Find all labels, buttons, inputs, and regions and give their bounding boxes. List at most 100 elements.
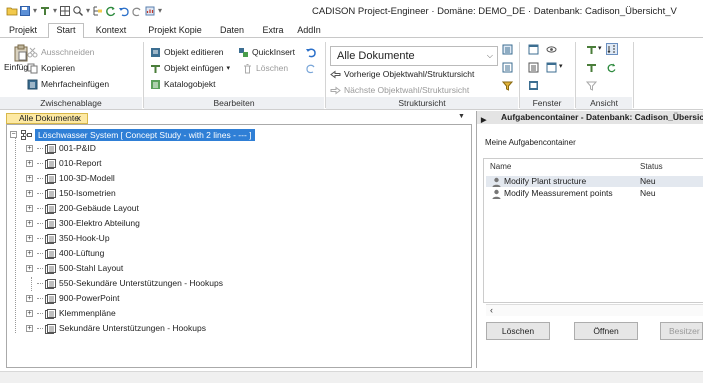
change-owner-button[interactable]: Besitzer ä [660,322,703,340]
task-row[interactable]: Modify Meassurement points Neu [486,188,703,199]
report-icon[interactable] [144,5,156,17]
tree-item[interactable]: + 150-Isometrien [26,187,116,200]
expand-icon[interactable]: + [26,310,33,317]
tree-item-label: Sekundäre Unterstützungen - Hookups [59,323,206,333]
edit-object-button[interactable]: Objekt editieren [150,46,224,59]
panel-arrow-icon[interactable]: ▶ [481,114,486,127]
collapse-icon[interactable]: − [10,131,17,138]
redo-icon[interactable] [305,62,317,74]
tree-item[interactable]: + Sekundäre Unterstützungen - Hookups [26,322,206,335]
eye-icon[interactable] [546,44,557,55]
dropdown-arrow-icon[interactable]: ▾ [32,5,38,17]
window-list-icon[interactable] [528,62,539,73]
insert-icon[interactable] [39,5,51,17]
zoom-icon[interactable] [72,5,84,17]
tree-item-label: Klemmenpläne [59,308,116,318]
save-icon[interactable] [19,5,31,17]
tab-kontext[interactable]: Kontext [90,24,132,38]
tree-item[interactable]: 550-Sekundäre Unterstützungen - Hookups [37,277,223,290]
customize-toolbar-icon[interactable]: ▾ [157,5,163,17]
task-row[interactable]: Modify Plant structure Neu [486,176,703,187]
insert-view-icon[interactable] [586,62,597,73]
tree-item[interactable]: + 500-Stahl Layout [26,262,123,275]
catalog-object-button[interactable]: Katalogobjekt [150,78,216,91]
tree-item[interactable]: + 001-P&ID [26,142,96,155]
expand-icon[interactable]: + [26,295,33,302]
tree-item[interactable]: + 200-Gebäude Layout [26,202,139,215]
scroll-left-icon[interactable]: ‹ [490,305,493,315]
insert-view-icon[interactable] [586,44,597,55]
grid-icon[interactable] [59,5,71,17]
delete-icon [244,64,251,74]
previous-selection-button[interactable]: Vorherige Objektwahl/Struktursicht [330,68,474,81]
refresh-icon[interactable] [606,62,617,73]
refresh-icon[interactable] [105,5,117,17]
dropdown-arrow-icon[interactable]: ▾ [559,62,563,70]
group-label-zwischenablage: Zwischenablage [0,97,142,109]
tree-item[interactable]: + Klemmenpläne [26,307,116,320]
tree-view-icon[interactable] [92,5,104,17]
document-folder-icon [45,218,56,229]
user-icon [492,189,501,199]
tree-item[interactable]: + 100-3D-Modell [26,172,115,185]
expand-icon[interactable]: + [26,250,33,257]
tree-item-label: 100-3D-Modell [59,173,115,183]
dropdown-arrow-icon[interactable]: ▾ [598,44,602,52]
expand-icon[interactable]: + [26,160,33,167]
dropdown-arrow-icon[interactable]: ▾ [85,5,91,17]
tree-root[interactable]: − Löschwasser System [ Concept Study - w… [10,128,255,141]
next-selection-button[interactable]: Nächste Objektwahl/Struktursicht [330,84,469,97]
undo-icon[interactable] [305,46,317,58]
insert-object-label: Objekt einfügen [164,63,224,73]
insert-object-button[interactable]: Objekt einfügen ▾ [150,62,230,75]
document-select[interactable]: Alle Dokumente ⌵ [330,46,498,66]
expand-icon[interactable]: + [26,220,33,227]
tab-addin[interactable]: AddIn [294,24,324,38]
delete-button[interactable]: Löschen [242,62,288,75]
expand-icon[interactable]: + [26,265,33,272]
tree-item-label: 200-Gebäude Layout [59,203,139,213]
tree-item[interactable]: + 350-Hook-Up [26,232,110,245]
tree-item[interactable]: + 400-Lüftung [26,247,104,260]
chevron-down-icon[interactable]: ▼ [458,113,465,120]
quickinsert-button[interactable]: QuickInsert [238,46,295,59]
tree-item-label: 150-Isometrien [59,188,116,198]
column-header-status[interactable]: Status [640,162,663,171]
multi-paste-button[interactable]: Mehrfacheinfügen [27,78,109,91]
filter-icon[interactable] [586,80,597,91]
expand-icon[interactable]: + [26,145,33,152]
structure-list-icon[interactable] [502,62,513,73]
column-header-name[interactable]: Name [490,162,511,171]
panel-icon[interactable] [528,80,539,91]
expand-icon[interactable]: + [26,325,33,332]
redo-icon[interactable] [131,5,143,17]
tab-daten[interactable]: Daten [216,24,248,38]
open-folder-icon[interactable] [6,5,18,17]
dropdown-arrow-icon[interactable]: ▾ [52,5,58,17]
tab-start[interactable]: Start [48,23,84,39]
expand-icon[interactable]: + [26,205,33,212]
window-icon[interactable] [528,44,539,55]
window-arrange-icon[interactable] [546,62,557,73]
delete-task-button[interactable]: Löschen [486,322,550,340]
filter-icon[interactable] [502,80,513,91]
tab-extra[interactable]: Extra [258,24,288,38]
task-panel-title-text: Aufgabencontainer - Datenbank: Cadison_Ü… [501,112,703,122]
doc-tab-alle-dokumente[interactable]: Alle Dokumente x [6,113,88,124]
tab-projekt-kopie[interactable]: Projekt Kopie [144,24,206,38]
structure-view-icon[interactable] [502,44,513,55]
undo-icon[interactable] [118,5,130,17]
close-icon[interactable]: x [77,114,82,123]
horizontal-scrollbar[interactable]: ‹ [486,304,703,316]
cut-button[interactable]: Ausschneiden [27,46,94,59]
expand-icon[interactable]: + [26,175,33,182]
tree-item[interactable]: + 300-Elektro Abteilung [26,217,140,230]
tree-item[interactable]: + 900-PowerPoint [26,292,119,305]
tree-item[interactable]: + 010-Report [26,157,102,170]
expand-icon[interactable]: + [26,190,33,197]
expand-icon[interactable]: + [26,235,33,242]
open-task-button[interactable]: Öffnen [574,322,638,340]
copy-button[interactable]: Kopieren [27,62,75,75]
sort-icon[interactable] [606,43,618,55]
tab-projekt[interactable]: Projekt [4,24,42,38]
